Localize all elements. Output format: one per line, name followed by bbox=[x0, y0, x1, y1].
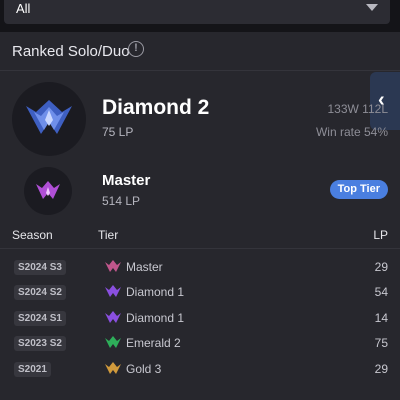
tier-name: Gold 3 bbox=[126, 361, 162, 376]
season-history-table: Season Tier LP S2024 S3 Master 29 S2024 … bbox=[0, 222, 400, 382]
lp-column-header: LP bbox=[373, 228, 388, 242]
peak-tier: Master bbox=[102, 172, 151, 189]
season-badge: S2024 S2 bbox=[14, 285, 66, 301]
win-rate: Win rate 54% bbox=[315, 125, 388, 139]
season-badge: S2024 S1 bbox=[14, 310, 66, 326]
table-row: S2024 S3 Master 29 bbox=[0, 255, 400, 280]
card-header: Ranked Solo/Duo ! bbox=[0, 32, 400, 71]
tier-name: Diamond 1 bbox=[126, 285, 185, 300]
master-tier-icon bbox=[105, 260, 121, 272]
current-tier: Diamond 2 bbox=[102, 96, 210, 119]
tier-lp: 14 bbox=[374, 310, 388, 325]
ranked-card: Ranked Solo/Duo ! ‹ Diamond 2 75 LP 133W… bbox=[0, 32, 400, 400]
info-icon[interactable]: ! bbox=[128, 41, 144, 57]
master-emblem-icon bbox=[24, 167, 72, 215]
top-tier-badge: Top Tier bbox=[329, 180, 388, 199]
filter-bar: All bbox=[0, 0, 400, 32]
current-lp: 75 LP bbox=[102, 125, 134, 139]
table-row: S2021 Gold 3 29 bbox=[0, 357, 400, 382]
season-badge: S2023 S2 bbox=[14, 336, 66, 352]
tier-column-header: Tier bbox=[98, 228, 119, 242]
diamond-tier-icon bbox=[105, 285, 121, 298]
gold-tier-icon bbox=[105, 361, 121, 374]
tier-lp: 29 bbox=[374, 260, 388, 274]
tier-name: Diamond 1 bbox=[126, 310, 185, 325]
table-row: S2023 S2 Emerald 2 75 bbox=[0, 331, 400, 356]
table-row: S2024 S2 Diamond 1 54 bbox=[0, 280, 400, 305]
queue-filter-select[interactable]: All bbox=[4, 0, 390, 24]
season-badge: S2024 S3 bbox=[14, 260, 66, 275]
diamond-tier-icon bbox=[105, 310, 121, 323]
win-loss-record: 133W 112L bbox=[327, 102, 389, 116]
tier-name: Master bbox=[126, 260, 163, 274]
tier-lp: 75 bbox=[374, 336, 388, 351]
tier-lp: 29 bbox=[374, 361, 388, 376]
tier-lp: 54 bbox=[374, 285, 388, 300]
collapse-panel-button[interactable]: ‹ bbox=[370, 72, 400, 130]
diamond-emblem-icon bbox=[12, 82, 86, 156]
queue-filter-value: All bbox=[16, 1, 31, 16]
card-title: Ranked Solo/Duo bbox=[12, 43, 130, 60]
peak-lp: 514 LP bbox=[102, 194, 141, 208]
tier-name: Emerald 2 bbox=[126, 336, 181, 351]
chevron-down-icon[interactable] bbox=[366, 4, 378, 11]
table-header: Season Tier LP bbox=[0, 222, 400, 249]
season-column-header: Season bbox=[12, 228, 53, 242]
emerald-tier-icon bbox=[105, 336, 121, 349]
table-row: S2024 S1 Diamond 1 14 bbox=[0, 306, 400, 331]
season-badge: S2021 bbox=[14, 361, 51, 377]
